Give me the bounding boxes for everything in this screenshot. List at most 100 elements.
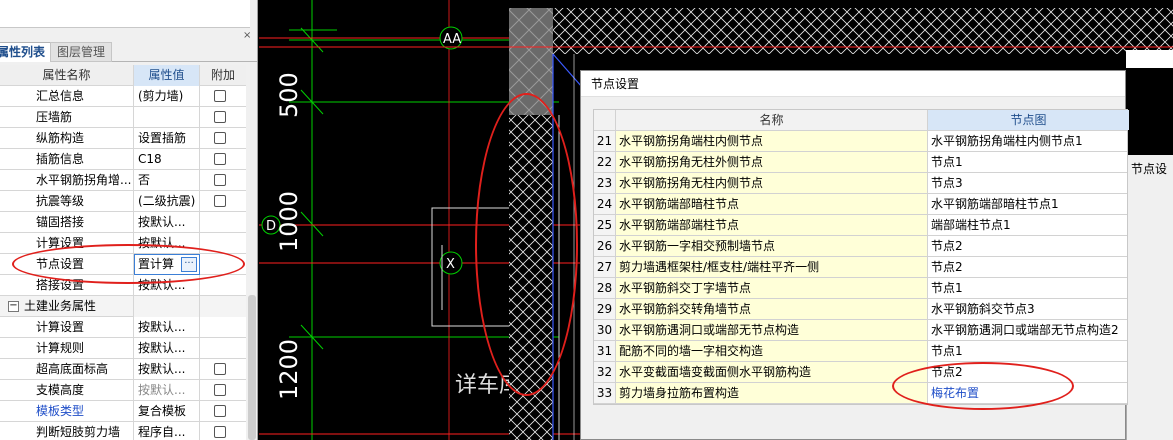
add-checkbox[interactable] xyxy=(214,90,226,102)
panel-scrollbar[interactable] xyxy=(246,65,257,440)
header-add: 附加 xyxy=(210,68,235,82)
property-name: 计算设置 xyxy=(0,233,134,254)
node-diagram-cell[interactable]: 水平钢筋斜交节点3 xyxy=(928,299,1129,319)
property-name: 判断短肢剪力墙 xyxy=(0,422,134,440)
property-name: 支模高度 xyxy=(0,380,134,401)
node-diagram-cell[interactable]: 节点2 xyxy=(928,257,1129,277)
node-row[interactable]: 21 水平钢筋拐角端柱内侧节点 水平钢筋拐角端柱内侧节点1 xyxy=(594,131,1127,152)
property-name: 抗震等级 xyxy=(0,191,134,212)
add-checkbox[interactable] xyxy=(214,195,226,207)
property-add-cell xyxy=(200,359,246,380)
property-row[interactable]: 插筋信息 C18 xyxy=(0,149,246,170)
tab-layers[interactable]: 图层管理 xyxy=(50,42,112,62)
add-checkbox[interactable] xyxy=(214,405,226,417)
node-name: 水平钢筋拐角端柱内侧节点 xyxy=(616,131,928,151)
row-number: 27 xyxy=(594,257,616,277)
node-row[interactable]: 24 水平钢筋端部暗柱节点 水平钢筋端部暗柱节点1 xyxy=(594,194,1127,215)
node-diagram-cell[interactable]: 节点3 xyxy=(928,173,1129,193)
add-checkbox[interactable] xyxy=(214,363,226,375)
property-row[interactable]: 支模高度 按默认... xyxy=(0,380,246,401)
row-number: 32 xyxy=(594,362,616,382)
header-node: 节点图 xyxy=(928,110,1129,130)
property-value[interactable] xyxy=(134,107,200,128)
node-row[interactable]: 28 水平钢筋斜交丁字墙节点 节点1 xyxy=(594,278,1127,299)
scrollbar-thumb[interactable] xyxy=(248,295,256,440)
property-row[interactable]: 判断短肢剪力墙 程序自... xyxy=(0,422,246,440)
property-row[interactable]: 压墙筋 xyxy=(0,107,246,128)
node-diagram-cell[interactable]: 水平钢筋端部暗柱节点1 xyxy=(928,194,1129,214)
node-diagram-cell[interactable]: 节点2 xyxy=(928,236,1129,256)
node-name: 水平钢筋端部端柱节点 xyxy=(616,215,928,235)
property-value[interactable]: 否 xyxy=(134,170,200,191)
property-row[interactable]: 锚固搭接 按默认... xyxy=(0,212,246,233)
node-row[interactable]: 23 水平钢筋拐角无柱内侧节点 节点3 xyxy=(594,173,1127,194)
property-row[interactable]: 超高底面标高 按默认... xyxy=(0,359,246,380)
node-diagram-cell[interactable]: 节点2 xyxy=(928,362,1129,382)
property-add-cell xyxy=(200,422,246,440)
property-row[interactable]: 计算设置 按默认... xyxy=(0,233,246,254)
node-row[interactable]: 25 水平钢筋端部端柱节点 端部端柱节点1 xyxy=(594,215,1127,236)
property-value[interactable]: 按默认... xyxy=(134,275,200,296)
node-diagram-cell[interactable]: 端部端柱节点1 xyxy=(928,215,1129,235)
property-add-cell xyxy=(200,191,246,212)
property-row[interactable]: 纵筋构造 设置插筋 xyxy=(0,128,246,149)
property-value[interactable]: 复合模板 xyxy=(134,401,200,422)
property-value[interactable]: 按默认... xyxy=(134,380,200,401)
node-row[interactable]: 32 水平变截面墙变截面侧水平钢筋构造 节点2 xyxy=(594,362,1127,383)
property-row[interactable]: 汇总信息 (剪力墙) xyxy=(0,86,246,107)
node-name: 水平钢筋拐角无柱内侧节点 xyxy=(616,173,928,193)
node-row[interactable]: 26 水平钢筋一字相交预制墙节点 节点2 xyxy=(594,236,1127,257)
node-row[interactable]: 22 水平钢筋拐角无柱外侧节点 节点1 xyxy=(594,152,1127,173)
property-row[interactable]: 搭接设置 按默认... xyxy=(0,275,246,296)
property-value[interactable]: 按默认... xyxy=(134,212,200,233)
add-checkbox[interactable] xyxy=(214,174,226,186)
property-add-cell xyxy=(200,233,246,254)
tab-properties[interactable]: 属性列表 xyxy=(0,42,54,62)
property-value[interactable]: 设置插筋 xyxy=(134,128,200,149)
node-diagram-cell[interactable]: 节点1 xyxy=(928,341,1129,361)
node-diagram-cell[interactable]: 水平钢筋遇洞口或端部无节点构造2 xyxy=(928,320,1129,340)
node-diagram-cell[interactable]: 水平钢筋拐角端柱内侧节点1 xyxy=(928,131,1129,151)
property-value[interactable]: 按默认... xyxy=(134,359,200,380)
property-row[interactable]: 节点设置 置计算 ··· xyxy=(0,254,246,275)
property-row[interactable]: 水平钢筋拐角增... 否 xyxy=(0,170,246,191)
property-row[interactable]: 模板类型 复合模板 xyxy=(0,401,246,422)
node-row[interactable]: 30 水平钢筋遇洞口或端部无节点构造 水平钢筋遇洞口或端部无节点构造2 xyxy=(594,320,1127,341)
node-row[interactable]: 27 剪力墙遇框架柱/框支柱/端柱平齐一侧 节点2 xyxy=(594,257,1127,278)
property-row[interactable]: 抗震等级 (二级抗震) xyxy=(0,191,246,212)
property-value[interactable]: 程序自... xyxy=(134,422,200,440)
add-checkbox[interactable] xyxy=(214,426,226,438)
property-name[interactable]: 模板类型 xyxy=(0,401,134,422)
dialog-title[interactable]: 节点设置 xyxy=(581,71,1125,97)
property-value[interactable]: 按默认... xyxy=(134,317,200,338)
property-value[interactable]: (二级抗震) xyxy=(134,191,200,212)
section-row[interactable]: − 土建业务属性 xyxy=(0,296,246,317)
property-value[interactable]: 按默认... xyxy=(134,233,200,254)
property-value: 置计算 xyxy=(138,257,175,271)
property-value[interactable]: 按默认... xyxy=(134,338,200,359)
node-diagram-cell[interactable]: 节点1 xyxy=(928,278,1129,298)
add-checkbox[interactable] xyxy=(214,384,226,396)
node-name: 水平钢筋端部暗柱节点 xyxy=(616,194,928,214)
property-value-editor[interactable]: 置计算 ··· xyxy=(134,254,200,275)
property-name: 汇总信息 xyxy=(0,86,134,107)
node-diagram-cell[interactable]: 节点1 xyxy=(928,152,1129,172)
dimension-text-1200: 1200 xyxy=(275,339,303,400)
node-row[interactable]: 31 配筋不同的墙一字相交构造 节点1 xyxy=(594,341,1127,362)
node-name: 剪力墙遇框架柱/框支柱/端柱平齐一侧 xyxy=(616,257,928,277)
node-row[interactable]: 29 水平钢筋斜交转角墙节点 水平钢筋斜交节点3 xyxy=(594,299,1127,320)
property-row[interactable]: 计算规则 按默认... xyxy=(0,338,246,359)
node-row[interactable]: 33 剪力墙身拉筋布置构造 梅花布置 xyxy=(594,383,1127,404)
row-number: 30 xyxy=(594,320,616,340)
add-checkbox[interactable] xyxy=(214,111,226,123)
ellipsis-icon[interactable]: ··· xyxy=(181,257,197,272)
add-checkbox[interactable] xyxy=(214,153,226,165)
property-value[interactable]: C18 xyxy=(134,149,200,170)
property-value[interactable]: (剪力墙) xyxy=(134,86,200,107)
node-diagram-cell[interactable]: 梅花布置 xyxy=(928,383,1129,403)
node-name: 剪力墙身拉筋布置构造 xyxy=(616,383,928,403)
property-row[interactable]: 计算设置 按默认... xyxy=(0,317,246,338)
dimension-text-1000: 1000 xyxy=(275,191,303,252)
add-checkbox[interactable] xyxy=(214,132,226,144)
property-add-cell xyxy=(200,149,246,170)
